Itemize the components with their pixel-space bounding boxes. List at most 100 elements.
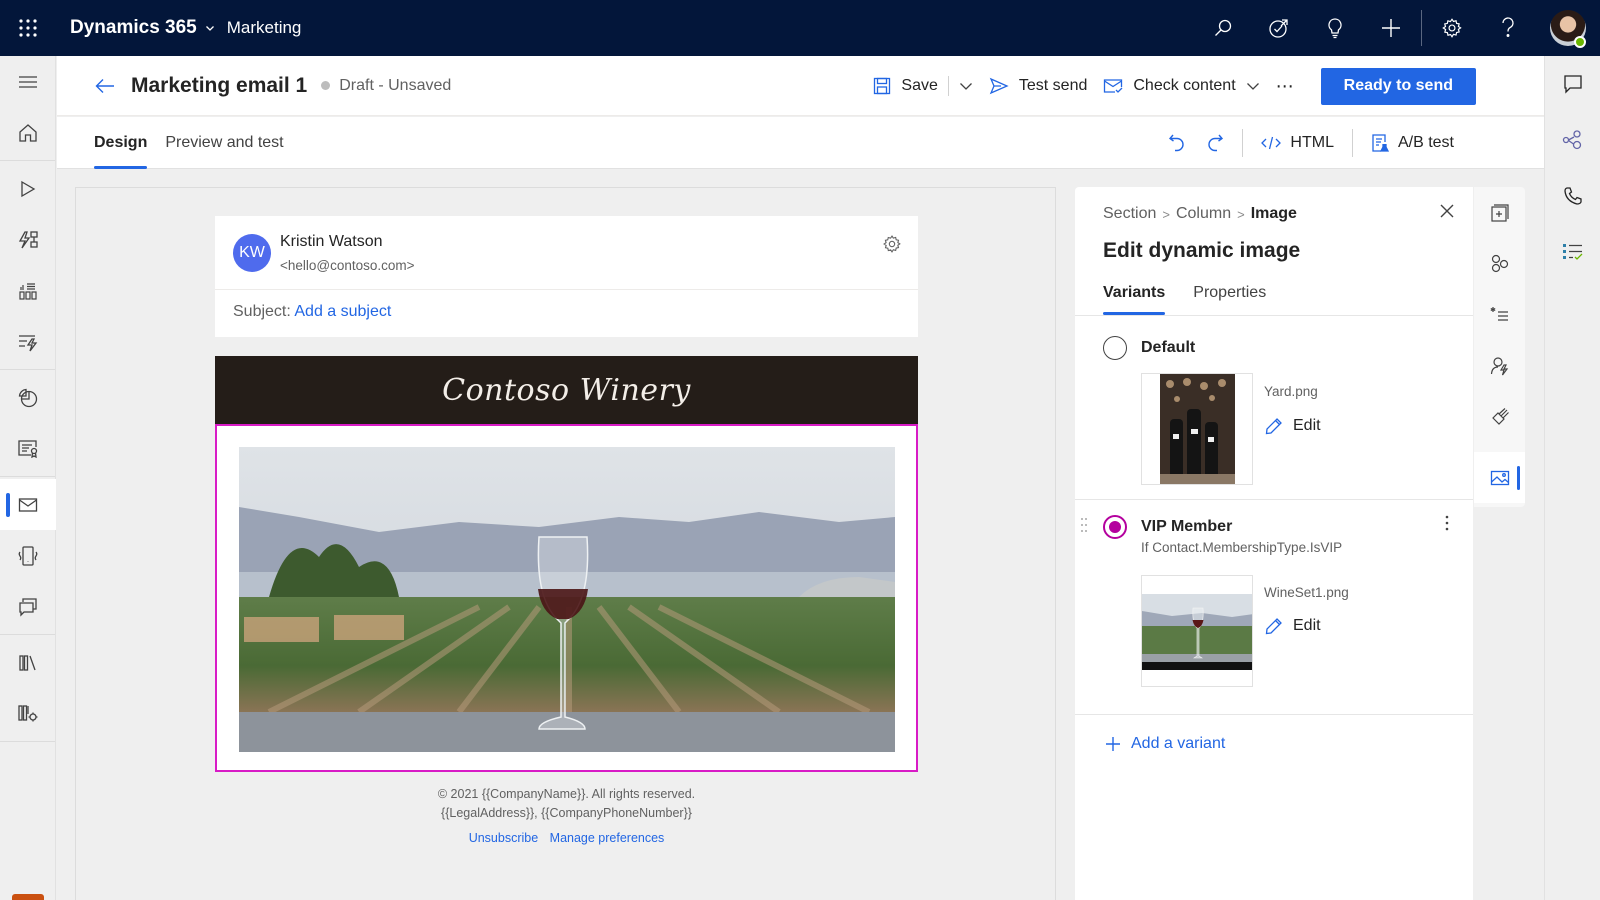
variant-edit-button[interactable]: Edit: [1265, 617, 1321, 635]
search-button[interactable]: [1195, 0, 1251, 56]
styles-icon: [1491, 407, 1509, 425]
add-subject-link[interactable]: Add a subject: [294, 303, 391, 320]
nav-text-messages[interactable]: [0, 581, 56, 632]
chat-icon: [1564, 75, 1582, 94]
pencil-icon: [1265, 418, 1282, 435]
divider: [1075, 315, 1473, 316]
variant-vip-radio[interactable]: [1103, 515, 1127, 539]
nav-emails[interactable]: [0, 479, 56, 530]
rail-required-fields[interactable]: [1474, 289, 1525, 340]
tab-preview-and-test[interactable]: Preview and test: [165, 117, 283, 169]
nav-analytics[interactable]: [0, 265, 56, 316]
redo-icon: [1208, 134, 1224, 152]
new-button[interactable]: [1363, 0, 1419, 56]
nav-segments[interactable]: [0, 372, 56, 423]
breadcrumb: Section > Column > Image: [1103, 205, 1297, 223]
divider: [1075, 714, 1473, 715]
properties-pane: Section > Column > Image Edit dynamic im…: [1075, 187, 1473, 900]
more-commands-button[interactable]: ⋯: [1268, 68, 1303, 104]
phone-button[interactable]: [1545, 168, 1600, 224]
nav-library[interactable]: [0, 637, 56, 688]
email-icon: [18, 497, 38, 512]
variant-more-button[interactable]: [1445, 515, 1449, 531]
rail-image-properties[interactable]: [1474, 452, 1525, 503]
test-send-button[interactable]: Test send: [981, 68, 1095, 104]
nav-push-notifications[interactable]: [0, 530, 56, 581]
close-pane-button[interactable]: [1439, 203, 1455, 219]
variant-thumbnail[interactable]: [1141, 575, 1253, 687]
html-label: HTML: [1290, 134, 1334, 151]
html-button[interactable]: HTML: [1251, 125, 1344, 161]
email-canvas[interactable]: KW Kristin Watson <hello@contoso.com> Su…: [75, 187, 1056, 900]
settings-button[interactable]: [1424, 0, 1480, 56]
rail-personalization[interactable]: [1474, 340, 1525, 391]
save-icon: [874, 77, 891, 95]
nav-forms[interactable]: [0, 423, 56, 474]
drag-handle-icon[interactable]: [1080, 517, 1088, 533]
divider: [1351, 129, 1353, 157]
tab-design[interactable]: Design: [94, 117, 148, 169]
presence-indicator: [1574, 36, 1586, 48]
nav-asset-settings[interactable]: [0, 688, 56, 739]
breadcrumb-column[interactable]: Column: [1176, 205, 1231, 223]
variant-name: VIP Member: [1141, 518, 1233, 535]
tab-properties[interactable]: Properties: [1193, 273, 1266, 313]
save-options-dropdown[interactable]: [951, 68, 981, 104]
check-content-button[interactable]: Check content: [1095, 68, 1267, 104]
ready-to-send-button[interactable]: Ready to send: [1320, 67, 1476, 105]
more-icon: ⋯: [1275, 75, 1295, 96]
unsubscribe-link[interactable]: Unsubscribe: [469, 831, 538, 845]
nav-home[interactable]: [0, 107, 56, 158]
rail-styles[interactable]: [1474, 391, 1525, 442]
brand-switcher[interactable]: Dynamics 365: [70, 17, 215, 39]
variant-file-name: Yard.png: [1264, 384, 1318, 399]
sender-row[interactable]: KW Kristin Watson <hello@contoso.com>: [215, 216, 918, 290]
help-button[interactable]: [1480, 0, 1536, 56]
variant-default-radio[interactable]: [1103, 336, 1127, 360]
hero-image[interactable]: [239, 447, 895, 752]
connections-button[interactable]: [1545, 112, 1600, 168]
nav-journeys[interactable]: [0, 214, 56, 265]
rail-elements[interactable]: [1474, 238, 1525, 289]
manage-preferences-link[interactable]: Manage preferences: [550, 831, 665, 845]
waffle-icon: [19, 19, 37, 37]
add-icon: [1382, 19, 1400, 37]
chat-button[interactable]: [1545, 56, 1600, 112]
redo-button[interactable]: [1196, 125, 1234, 161]
lightbulb-icon: [1328, 18, 1342, 39]
variant-edit-button[interactable]: Edit: [1265, 417, 1321, 435]
ab-test-button[interactable]: A/B test: [1361, 125, 1464, 161]
nav-get-started[interactable]: [0, 163, 56, 214]
brand-name: Dynamics 365: [70, 17, 197, 38]
area-switcher[interactable]: [12, 894, 44, 900]
selected-image-block[interactable]: [215, 424, 918, 772]
tasks-list-button[interactable]: [1545, 224, 1600, 280]
nav-menu-toggle[interactable]: [0, 56, 56, 107]
email-banner[interactable]: Contoso Winery: [215, 356, 918, 424]
sender-name: Kristin Watson: [280, 233, 383, 250]
pane-title: Edit dynamic image: [1103, 239, 1301, 262]
tasks-button[interactable]: [1251, 0, 1307, 56]
pencil-icon: [1265, 618, 1282, 635]
divider: [1242, 129, 1244, 157]
variant-condition: If Contact.MembershipType.IsVIP: [1141, 540, 1343, 555]
ideas-button[interactable]: [1307, 0, 1363, 56]
app-launcher-button[interactable]: [0, 0, 56, 56]
divider: [0, 369, 55, 370]
variant-thumbnail[interactable]: [1141, 373, 1253, 485]
close-icon: [1440, 204, 1454, 218]
add-variant-button[interactable]: Add a variant: [1105, 735, 1225, 753]
search-icon: [1215, 19, 1232, 36]
undo-button[interactable]: [1158, 125, 1196, 161]
breadcrumb-section[interactable]: Section: [1103, 205, 1156, 223]
code-icon: [1261, 136, 1282, 150]
nav-triggers[interactable]: [0, 316, 56, 367]
tab-variants[interactable]: Variants: [1103, 273, 1166, 315]
rail-add-section[interactable]: [1474, 187, 1525, 238]
back-button[interactable]: [83, 64, 127, 108]
user-profile-button[interactable]: [1536, 0, 1600, 56]
save-button[interactable]: Save: [865, 68, 945, 104]
sender-avatar: KW: [233, 234, 271, 272]
sender-settings-button[interactable]: [882, 234, 902, 254]
chevron-right-icon: >: [1162, 206, 1170, 222]
